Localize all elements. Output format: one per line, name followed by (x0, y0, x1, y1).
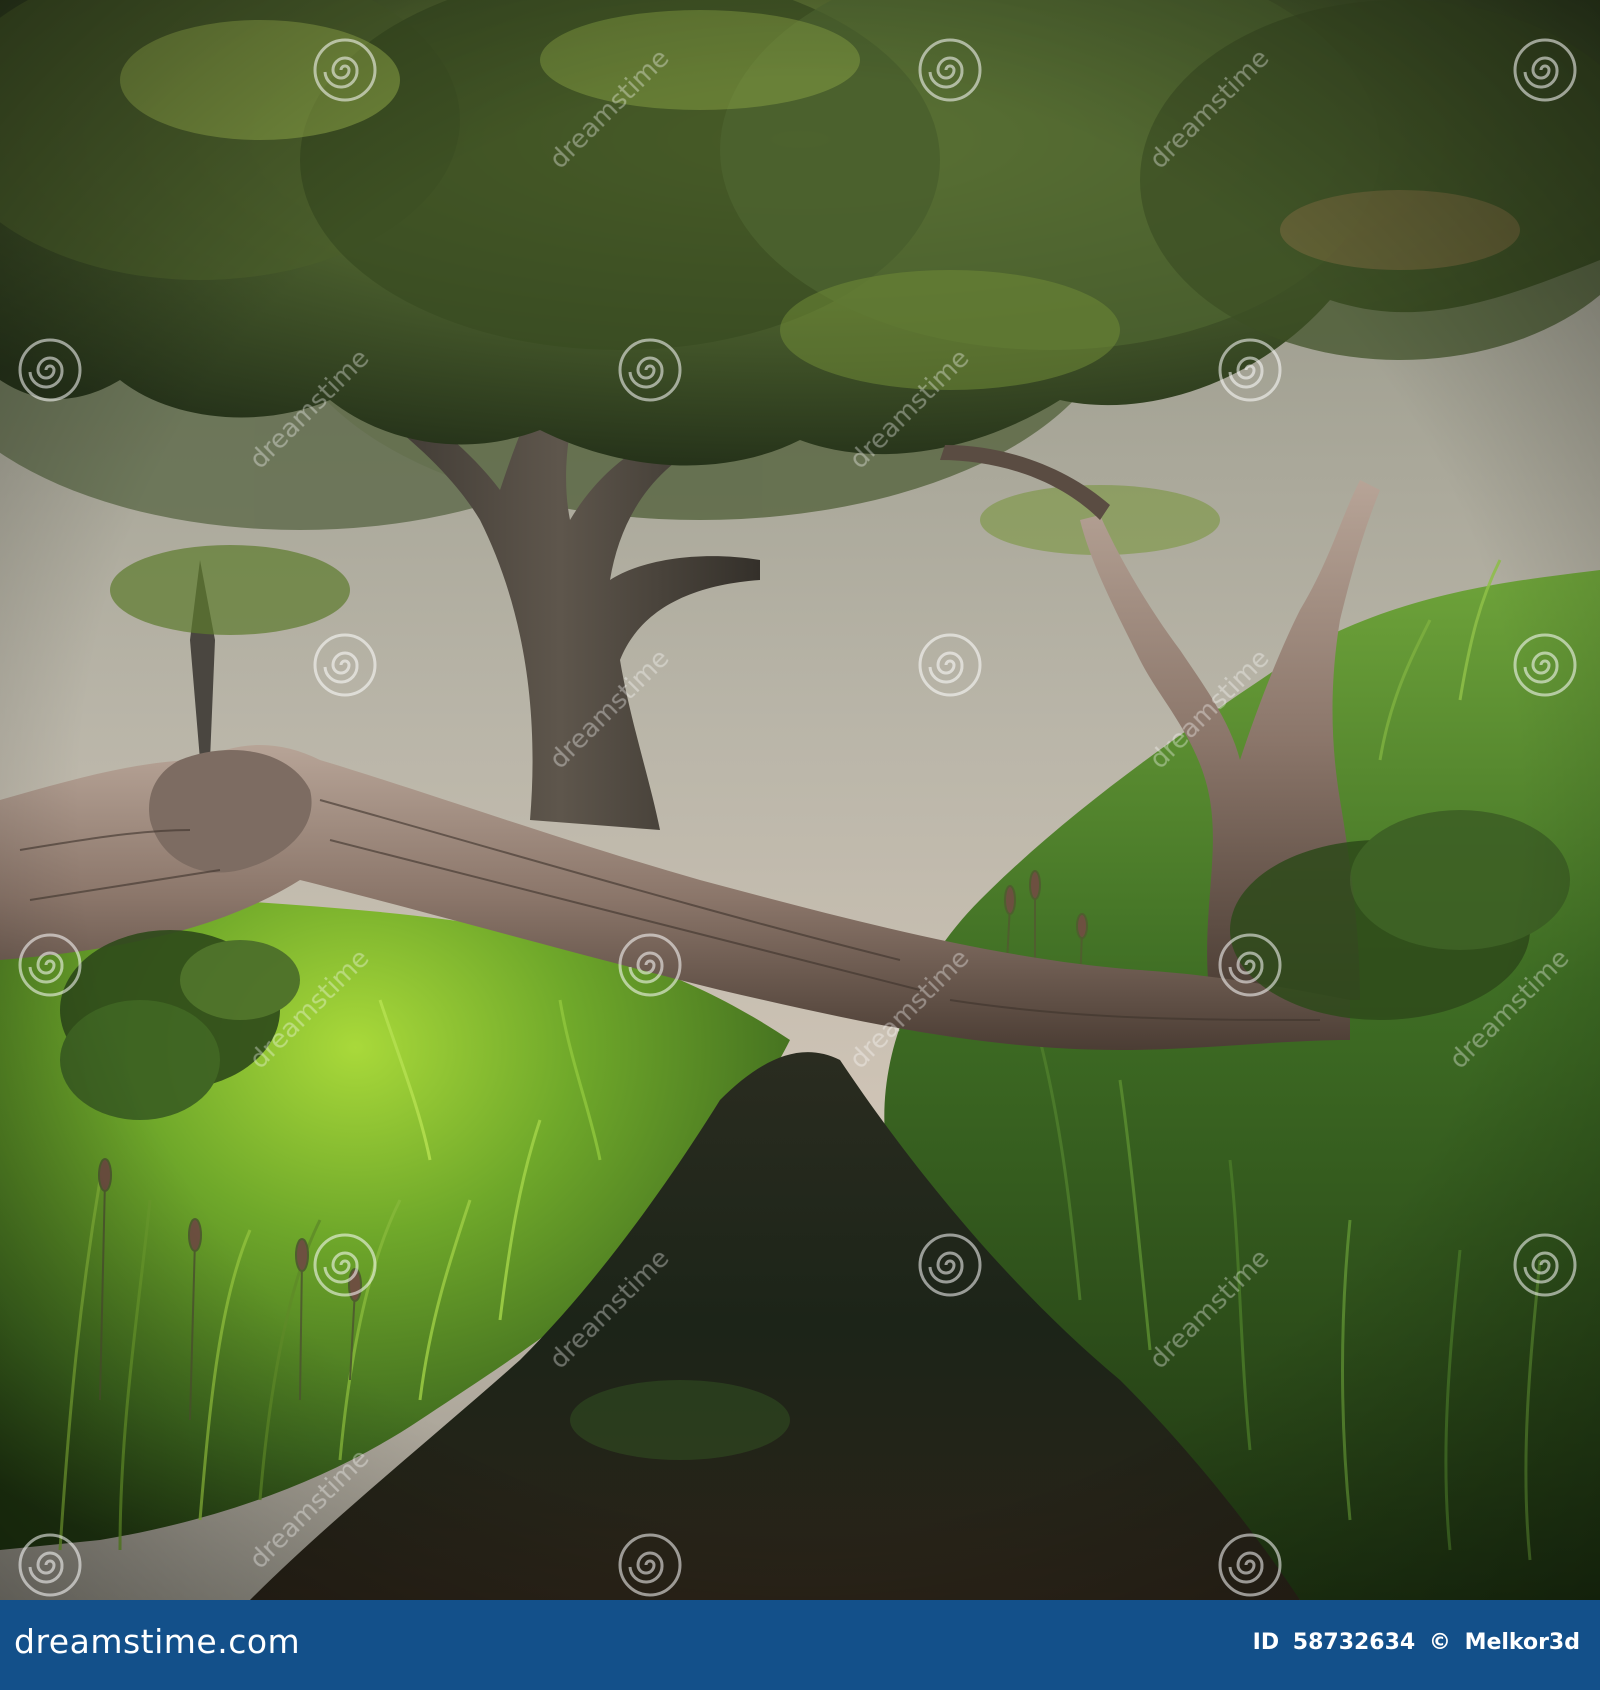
image-id-value: 58732634 (1292, 1630, 1416, 1655)
dreamstime-logo: dreamstime.com (14, 1622, 300, 1661)
fantasy-forest-stream-image: dreamstime dreamstime dreamstime dreamst… (0, 0, 1600, 1600)
author-name: Melkor3d (1464, 1630, 1580, 1655)
footer-logo-text: dreamstime.com (14, 1622, 301, 1661)
copyright-symbol: © (1428, 1630, 1451, 1655)
stock-photo: dreamstime dreamstime dreamstime dreamst… (0, 0, 1600, 1690)
watermark-footer-bar: dreamstime.com ID 58732634 © Melkor3d (0, 1600, 1600, 1690)
image-credit: ID 58732634 © Melkor3d (1247, 1630, 1580, 1655)
image-id-label: ID (1252, 1630, 1280, 1655)
